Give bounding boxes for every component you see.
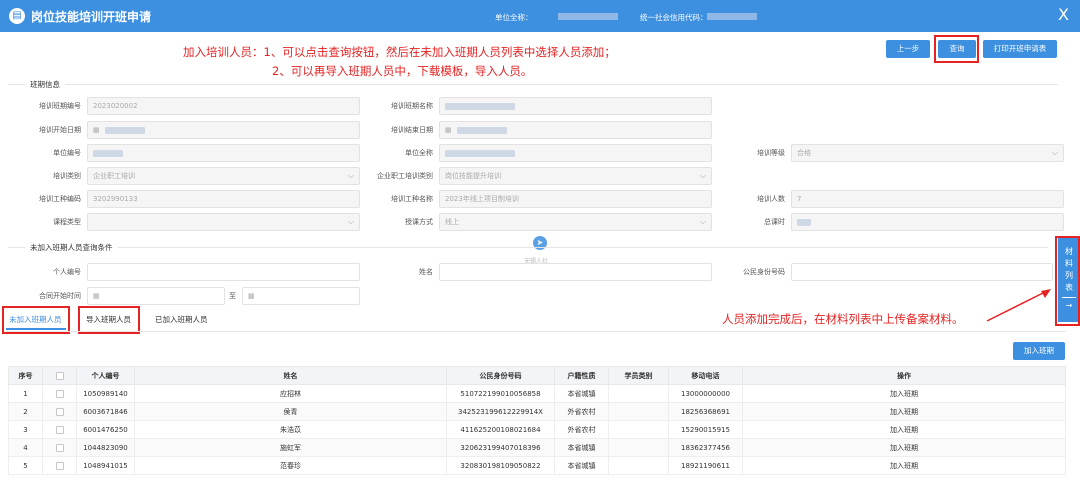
table-row: 2 6003671846 侯青 342523199612229914X 外省农村… xyxy=(8,402,1066,421)
start-date-field[interactable]: ▦ xyxy=(87,121,360,139)
level-select[interactable]: 合格 ⌵ xyxy=(791,144,1064,162)
row-checkbox[interactable] xyxy=(55,407,64,416)
section-title-class-info: 班期信息 xyxy=(25,79,65,90)
train-type-label: 培训类别 xyxy=(53,172,81,180)
calendar-icon: ▦ xyxy=(93,126,100,134)
col-category-header: 学员类别 xyxy=(608,366,669,385)
unit-name-field[interactable] xyxy=(439,144,712,162)
ent-train-type-label: 企业职工培训类别 xyxy=(377,172,433,180)
row-checkbox[interactable] xyxy=(55,389,64,398)
ent-train-type-select[interactable]: 岗位技能提升培训 ⌵ xyxy=(439,167,712,185)
teach-mode-label: 授课方式 xyxy=(405,218,433,226)
col-hukou-header: 户籍性质 xyxy=(554,366,609,385)
add-to-class-button[interactable]: 加入班期 xyxy=(1013,342,1065,360)
annotation-arrow xyxy=(986,289,1051,322)
section-title-query: 未加入班期人员查询条件 xyxy=(25,242,118,253)
table-row: 4 1044823090 施虹军 320623199407018396 本省城镇… xyxy=(8,438,1066,457)
credit-code-redacted xyxy=(707,13,757,20)
end-date-field[interactable]: ▦ xyxy=(439,121,712,139)
level-label: 培训等级 xyxy=(757,149,785,157)
name-label: 姓名 xyxy=(419,268,433,276)
tab-joined[interactable]: 已加入班期人员 xyxy=(155,314,208,325)
train-type-select[interactable]: 企业职工培训 ⌵ xyxy=(87,167,360,185)
class-name-label: 培训班期名称 xyxy=(391,102,433,110)
table-header-row: 序号 个人编号 姓名 公民身份号码 户籍性质 学员类别 移动电话 操作 xyxy=(8,366,1066,385)
col-person-no-header: 个人编号 xyxy=(76,366,135,385)
col-name-header: 姓名 xyxy=(134,366,447,385)
window-header: ▤ 岗位技能培训开班申请 单位全称： 统一社会信用代码： X xyxy=(0,0,1080,32)
calendar-icon: ▦ xyxy=(248,292,255,300)
section-divider xyxy=(8,84,1058,85)
train-count-field[interactable]: 7 xyxy=(791,190,1064,208)
id-number-input[interactable] xyxy=(791,263,1053,281)
annotation-line-2: 2、可以再导入班期人员中，下载模板，导入人员。 xyxy=(272,64,533,78)
app-icon: ▤ xyxy=(9,8,25,24)
window-title: 岗位技能培训开班申请 xyxy=(31,10,152,24)
course-type-label: 课程类型 xyxy=(53,218,81,226)
name-input[interactable] xyxy=(439,263,712,281)
train-count-label: 培训人数 xyxy=(757,195,785,203)
tab-not-joined-highlight-box xyxy=(2,306,70,334)
job-name-field[interactable]: 2023年线上项目制培训 xyxy=(439,190,712,208)
annotation-line-1: 加入培训人员：1、可以点击查询按钮，然后在未加入班期人员列表中选择人员添加； xyxy=(183,45,616,59)
teach-mode-select[interactable]: 线上 ⌵ xyxy=(439,213,712,231)
credit-code-label: 统一社会信用代码： xyxy=(640,13,708,22)
print-application-button[interactable]: 打印开班申请表 xyxy=(983,40,1057,58)
unit-name-label-field: 单位全称 xyxy=(405,149,433,157)
col-phone-header: 移动电话 xyxy=(668,366,743,385)
section-divider xyxy=(8,247,1048,248)
unit-name-redacted xyxy=(558,13,618,20)
calendar-icon: ▦ xyxy=(93,292,100,300)
total-hours-field[interactable] xyxy=(791,213,1064,231)
unit-name-label: 单位全称： xyxy=(495,13,533,22)
class-name-field[interactable] xyxy=(439,97,712,115)
annotation-line-3: 人员添加完成后，在材料列表中上传备案材料。 xyxy=(722,312,964,326)
unit-no-field[interactable] xyxy=(87,144,360,162)
chevron-down-icon: ⌵ xyxy=(699,171,706,180)
course-type-select[interactable]: ⌵ xyxy=(87,213,360,231)
person-no-label: 个人编号 xyxy=(53,268,81,276)
add-to-class-link[interactable]: 加入班期 xyxy=(742,402,1066,421)
close-icon[interactable]: X xyxy=(1058,5,1069,24)
add-to-class-link[interactable]: 加入班期 xyxy=(742,420,1066,439)
tab-bar-divider xyxy=(6,331,1066,332)
table-row: 3 6001476250 朱浩苡 411625200108021684 外省农村… xyxy=(8,420,1066,439)
col-select-header[interactable] xyxy=(42,366,77,385)
tab-import-highlight-box xyxy=(78,306,140,334)
select-all-checkbox[interactable] xyxy=(55,371,64,380)
col-no-header: 序号 xyxy=(8,366,43,385)
prev-step-button[interactable]: 上一步 xyxy=(886,40,930,58)
contract-start-from-input[interactable]: ▦ xyxy=(87,287,225,305)
unit-no-label: 单位编号 xyxy=(53,149,81,157)
range-separator: 至 xyxy=(229,292,236,300)
add-to-class-link[interactable]: 加入班期 xyxy=(742,384,1066,403)
job-name-label: 培训工种名称 xyxy=(391,195,433,203)
person-no-input[interactable] xyxy=(87,263,360,281)
table-row: 1 1050989140 应招林 510722199010056858 本省城镇… xyxy=(8,384,1066,403)
contract-start-to-input[interactable]: ▦ xyxy=(242,287,360,305)
total-hours-label: 总课时 xyxy=(764,218,785,226)
not-joined-person-table: 序号 个人编号 姓名 公民身份号码 户籍性质 学员类别 移动电话 操作 1 10… xyxy=(8,366,1066,475)
job-code-field[interactable]: 3202990133 xyxy=(87,190,360,208)
start-date-label: 培训开始日期 xyxy=(39,126,81,134)
col-action-header: 操作 xyxy=(742,366,1066,385)
col-id-header: 公民身份号码 xyxy=(446,366,555,385)
add-to-class-link[interactable]: 加入班期 xyxy=(742,456,1066,475)
table-row: 5 1048941015 范春珍 320830198109050822 本省城镇… xyxy=(8,456,1066,475)
calendar-icon: ▦ xyxy=(445,126,452,134)
row-checkbox[interactable] xyxy=(55,443,64,452)
side-tab-highlight-box xyxy=(1055,236,1080,326)
row-checkbox[interactable] xyxy=(55,425,64,434)
add-to-class-link[interactable]: 加入班期 xyxy=(742,438,1066,457)
job-code-label: 培训工种编码 xyxy=(39,195,81,203)
row-checkbox[interactable] xyxy=(55,461,64,470)
contract-start-label: 合同开始时间 xyxy=(39,292,81,300)
chevron-down-icon: ⌵ xyxy=(1051,148,1058,157)
class-no-field[interactable]: 2023020002 xyxy=(87,97,360,115)
end-date-label: 培训结束日期 xyxy=(391,126,433,134)
class-no-label: 培训班期编号 xyxy=(39,102,81,110)
query-highlight-box xyxy=(934,35,979,63)
id-number-label: 公民身份号码 xyxy=(743,268,785,276)
